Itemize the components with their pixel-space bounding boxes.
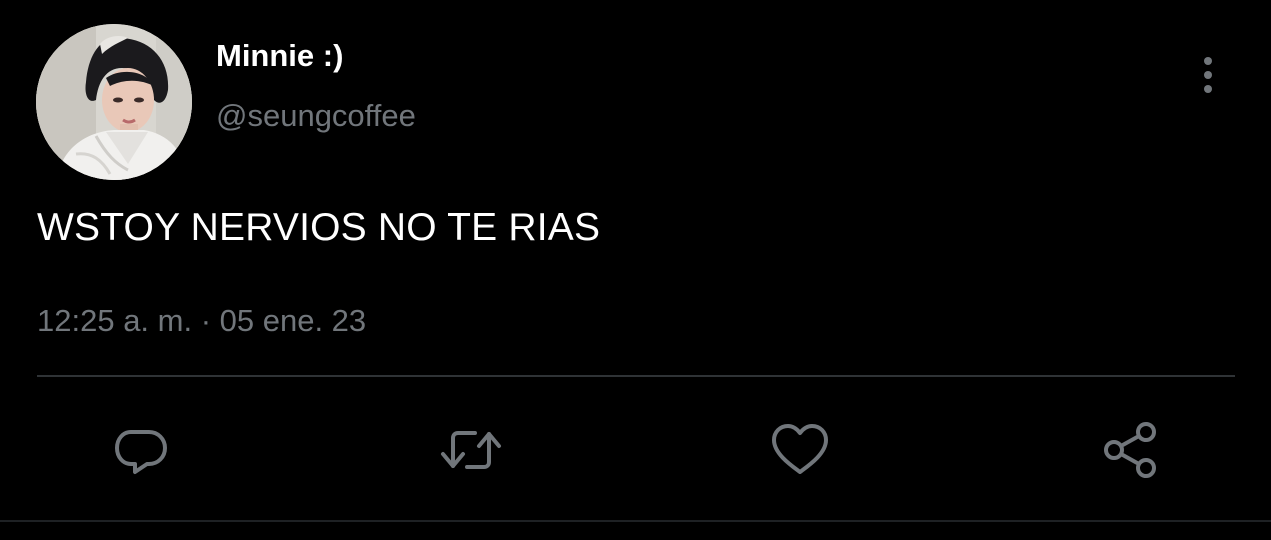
heart-icon bbox=[772, 424, 828, 474]
retweet-arrows-icon bbox=[441, 431, 501, 469]
tweet-timestamp[interactable]: 12:25 a. m. · 05 ene. 23 bbox=[37, 303, 366, 339]
retweet-button[interactable] bbox=[439, 418, 503, 482]
reply-button[interactable] bbox=[109, 418, 173, 482]
vertical-dots-icon bbox=[1204, 57, 1212, 93]
user-handle[interactable]: @seungcoffee bbox=[216, 98, 416, 134]
share-nodes-icon bbox=[1104, 422, 1156, 478]
avatar[interactable] bbox=[36, 24, 192, 180]
divider bbox=[37, 375, 1235, 377]
display-name[interactable]: Minnie :) bbox=[216, 38, 343, 74]
more-options-button[interactable] bbox=[1188, 52, 1228, 98]
like-button[interactable] bbox=[768, 418, 832, 482]
tweet-detail: Minnie :) @seungcoffee WSTOY NERVIOS NO … bbox=[0, 0, 1271, 540]
avatar-photo bbox=[36, 24, 192, 180]
bottom-divider bbox=[0, 520, 1271, 522]
share-button[interactable] bbox=[1098, 418, 1162, 482]
speech-bubble-icon bbox=[115, 430, 167, 474]
tweet-text: WSTOY NERVIOS NO TE RIAS bbox=[37, 206, 601, 249]
